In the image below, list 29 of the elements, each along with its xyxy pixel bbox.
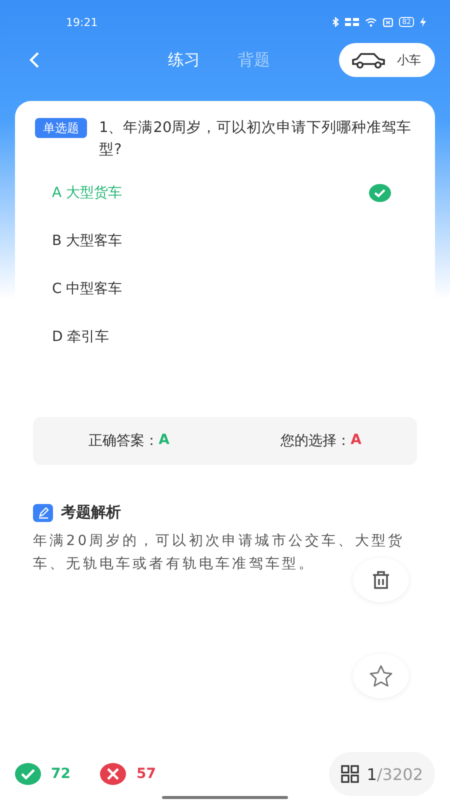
signal-icon	[345, 17, 360, 27]
answer-option[interactable]: D 牵引车	[52, 328, 110, 346]
question-text: 1、年满20周岁，可以初次申请下列哪种准驾车型?	[99, 118, 413, 160]
your-choice: A	[350, 432, 362, 450]
car-icon	[351, 50, 387, 70]
correct-answer: A	[158, 432, 170, 450]
correct-answer-label: 正确答案：	[88, 432, 159, 450]
star-icon	[368, 664, 394, 688]
wrong-count: 57	[136, 766, 156, 782]
question-type-tag: 单选题	[35, 118, 87, 138]
analysis-title: 考题解析	[61, 503, 121, 522]
charging-icon	[420, 17, 426, 27]
analysis-text: 年满20周岁的，可以初次申请城市公交车、大型货车、无轨电车或者有轨电车准驾车型。	[33, 532, 406, 574]
answer-option[interactable]: B 大型客车	[52, 232, 122, 250]
bluetooth-icon	[332, 17, 340, 27]
wifi-icon	[365, 17, 378, 27]
sim-icon	[383, 18, 394, 26]
your-choice-label: 您的选择：	[280, 432, 351, 450]
correct-count: 72	[51, 766, 70, 782]
question-navigator-button[interactable]: 1/3202	[328, 752, 435, 796]
answer-option[interactable]: C 中型客车	[52, 280, 122, 298]
trash-icon	[370, 569, 392, 591]
check-icon	[369, 184, 391, 202]
edit-icon	[33, 504, 53, 522]
vehicle-button[interactable]: 小车	[339, 43, 435, 77]
clock: 19:21	[66, 16, 98, 28]
cross-icon	[100, 763, 126, 785]
grid-icon	[340, 765, 359, 783]
check-icon	[15, 763, 41, 785]
